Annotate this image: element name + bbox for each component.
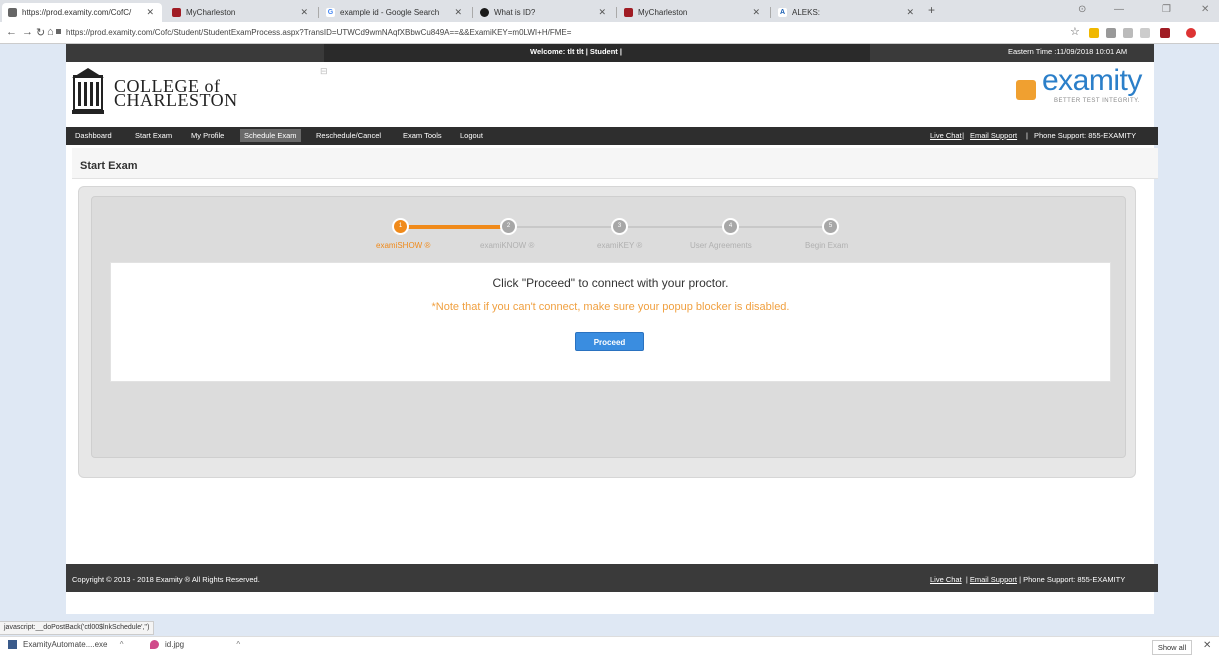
extension-icon[interactable] <box>1106 28 1116 38</box>
restore-icon[interactable]: ❐ <box>1162 4 1171 15</box>
browser-tab[interactable]: A ALEKS: ✕ <box>772 3 922 22</box>
nav-start-exam[interactable]: Start Exam <box>135 131 172 140</box>
popup-note: *Note that if you can't connect, make su… <box>431 301 790 313</box>
proceed-button[interactable]: Proceed <box>575 332 644 351</box>
close-tab-icon[interactable]: ✕ <box>598 7 606 18</box>
stepper-progress <box>400 225 508 229</box>
college-of-charleston-logo[interactable]: COLLEGE of CHARLESTON <box>68 66 237 118</box>
chevron-up-icon[interactable]: ^ <box>120 640 124 649</box>
lock-favicon-icon <box>8 8 17 17</box>
step-5-dot: 5 <box>822 218 839 235</box>
exe-file-icon <box>8 640 17 650</box>
separator: | <box>960 131 965 140</box>
close-tab-icon[interactable]: ✕ <box>454 7 462 18</box>
welcome-text: Welcome: tlt tlt | Student | <box>530 47 622 56</box>
tab-separator <box>318 7 319 18</box>
phone-support: Phone Support: 855-EXAMITY <box>1034 131 1137 140</box>
close-tab-icon[interactable]: ✕ <box>300 7 308 18</box>
step-5-label: Begin Exam <box>805 241 849 250</box>
opera-extension-icon[interactable] <box>1186 28 1196 38</box>
content-header <box>72 148 1158 179</box>
step-2-label: examiKNOW ® <box>480 241 535 250</box>
extension-icon[interactable] <box>1123 28 1133 38</box>
step-2-dot: 2 <box>500 218 517 235</box>
step-3-dot: 3 <box>611 218 628 235</box>
download-item[interactable]: id.jpg ^ <box>150 640 240 650</box>
footer-email-support-link[interactable]: Email Support <box>970 575 1017 584</box>
step-3-label: examiKEY ® <box>597 241 643 250</box>
step-4-label: User Agreements <box>690 241 752 250</box>
separator: | <box>1026 131 1028 140</box>
step-1-dot: 1 <box>392 218 409 235</box>
examity-logo[interactable]: examity BETTER TEST INTEGRITY. <box>1016 64 1156 110</box>
back-icon[interactable]: ← <box>6 26 17 38</box>
copyright: Copyright © 2013 - 2018 Examity ® All Ri… <box>72 575 260 584</box>
quora-favicon-icon <box>480 8 489 17</box>
lock-icon <box>56 29 61 34</box>
extension-icon[interactable] <box>1160 28 1170 38</box>
nav-dashboard[interactable]: Dashboard <box>75 131 112 140</box>
nav-exam-tools[interactable]: Exam Tools <box>403 131 442 140</box>
proceed-message: Click "Proceed" to connect with your pro… <box>492 276 729 290</box>
nav-my-profile[interactable]: My Profile <box>191 131 224 140</box>
download-item[interactable]: ExamityAutomate....exe ^ <box>8 640 124 650</box>
footer-phone-support: Phone Support: 855-EXAMITY <box>1023 575 1126 584</box>
charleston-favicon-icon <box>172 8 181 17</box>
tab-separator <box>472 7 473 18</box>
college-building-icon <box>72 68 104 114</box>
home-icon[interactable]: ⌂ <box>47 26 54 38</box>
tab-separator <box>770 7 771 18</box>
minimize-icon[interactable]: — <box>1114 4 1124 15</box>
profile-icon[interactable]: ⊙ <box>1078 4 1086 15</box>
examity-lock-icon <box>1016 80 1036 100</box>
step-4-dot: 4 <box>722 218 739 235</box>
close-tab-icon[interactable]: ✕ <box>146 7 154 18</box>
show-all-button[interactable]: Show all <box>1152 640 1192 655</box>
page-title: Start Exam <box>80 160 138 172</box>
nav-schedule-exam[interactable]: Schedule Exam <box>240 129 301 142</box>
close-tab-icon[interactable]: ✕ <box>906 7 914 18</box>
browser-tab[interactable]: MyCharleston ✕ <box>166 3 316 22</box>
charleston-favicon-icon <box>624 8 633 17</box>
image-file-icon <box>150 640 159 650</box>
status-bar: javascript:__doPostBack('ctl00$lnkSchedu… <box>0 621 155 635</box>
chevron-up-icon[interactable]: ^ <box>236 640 240 649</box>
close-tab-icon[interactable]: ✕ <box>752 7 760 18</box>
browser-tab[interactable]: What is ID? ✕ <box>474 3 614 22</box>
live-chat-link[interactable]: Live Chat <box>930 131 962 140</box>
college-name-line2: CHARLESTON <box>114 90 238 110</box>
close-window-icon[interactable]: ✕ <box>1201 4 1209 15</box>
examity-tagline: BETTER TEST INTEGRITY. <box>1054 98 1141 104</box>
nav-reschedule-cancel[interactable]: Reschedule/Cancel <box>316 131 381 140</box>
close-downloads-icon[interactable]: ✕ <box>1203 640 1211 651</box>
aleks-favicon-icon: A <box>778 8 787 17</box>
footer-live-chat-link[interactable]: Live Chat <box>930 575 962 584</box>
extension-icon[interactable] <box>1140 28 1150 38</box>
browser-tab[interactable]: MyCharleston ✕ <box>618 3 768 22</box>
bookmark-star-icon[interactable]: ☆ <box>1070 25 1080 38</box>
eastern-time: Eastern Time :11/09/2018 10:01 AM <box>1008 47 1128 56</box>
new-tab-icon[interactable]: + <box>928 3 935 17</box>
examity-name: examity <box>1042 64 1142 97</box>
step-1-label: examiSHOW ® <box>376 241 431 250</box>
forward-icon[interactable]: → <box>22 26 33 38</box>
reload-icon[interactable]: ↻ <box>36 26 45 39</box>
tab-separator <box>616 7 617 18</box>
url-input[interactable]: https://prod.examity.com/Cofc/Student/St… <box>56 25 936 41</box>
email-support-link[interactable]: Email Support <box>970 131 1017 140</box>
google-favicon-icon: G <box>326 8 335 17</box>
browser-tab[interactable]: https://prod.examity.com/CofC/ ✕ <box>2 3 162 22</box>
page-marker-icon: ⊟ <box>320 66 328 76</box>
extension-icon[interactable] <box>1089 28 1099 38</box>
browser-address-bar: ← → ↻ ⌂ https://prod.examity.com/Cofc/St… <box>0 22 1219 44</box>
browser-tab[interactable]: G example id - Google Search ✕ <box>320 3 470 22</box>
footer-support-links: Live Chat | Email Support | Phone Suppor… <box>930 575 1126 584</box>
nav-logout[interactable]: Logout <box>460 131 483 140</box>
